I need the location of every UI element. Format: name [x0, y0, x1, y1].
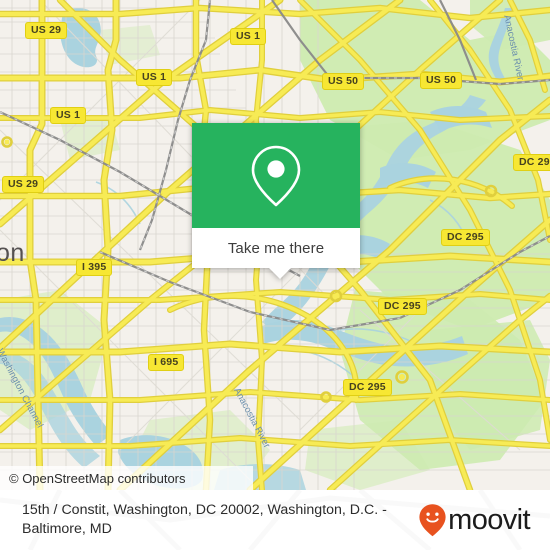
- map-viewport[interactable]: on Anacostia River Anacostia River Washi…: [0, 0, 550, 490]
- road-shield-dc29-east[interactable]: DC 29: [513, 154, 550, 171]
- attribution-text: © OpenStreetMap contributors: [9, 470, 186, 486]
- footer-bar: 15th / Constit, Washington, DC 20002, Wa…: [0, 490, 550, 550]
- map-pin-icon: [251, 145, 301, 206]
- popup-action-bar[interactable]: Take me there: [192, 228, 360, 279]
- map-attribution[interactable]: © OpenStreetMap contributors: [0, 466, 253, 490]
- map-city-label: on: [0, 239, 25, 267]
- road-shield-us1-west[interactable]: US 1: [50, 107, 87, 124]
- road-shield-i395[interactable]: I 395: [76, 259, 113, 276]
- take-me-there-label: Take me there: [227, 239, 325, 257]
- road-shield-dc295-mid[interactable]: DC 295: [378, 298, 427, 315]
- road-shield-us1-ne[interactable]: US 1: [230, 28, 267, 45]
- moovit-smiley-pin-icon: [419, 504, 446, 537]
- road-shield-us50-east[interactable]: US 50: [420, 72, 463, 89]
- popup-pointer-tail: [269, 268, 291, 279]
- popup-header: [192, 123, 360, 228]
- moovit-wordmark: moovit: [448, 504, 530, 536]
- road-shield-dc295-east[interactable]: DC 295: [441, 229, 490, 246]
- moovit-logo[interactable]: moovit: [418, 503, 538, 537]
- road-shield-us29-south[interactable]: US 29: [2, 176, 45, 193]
- location-title: 15th / Constit, Washington, DC 20002, Wa…: [22, 502, 387, 537]
- road-shield-us50-west[interactable]: US 50: [322, 73, 365, 90]
- map-screen: on Anacostia River Anacostia River Washi…: [0, 0, 550, 550]
- road-shield-i695[interactable]: I 695: [148, 354, 185, 371]
- road-shield-us29-north[interactable]: US 29: [25, 22, 68, 39]
- road-shield-us1-mid[interactable]: US 1: [136, 69, 173, 86]
- road-shield-dc295-south[interactable]: DC 295: [343, 379, 392, 396]
- location-popup-card[interactable]: Take me there: [192, 123, 360, 279]
- footer-content: 15th / Constit, Washington, DC 20002, Wa…: [0, 490, 550, 550]
